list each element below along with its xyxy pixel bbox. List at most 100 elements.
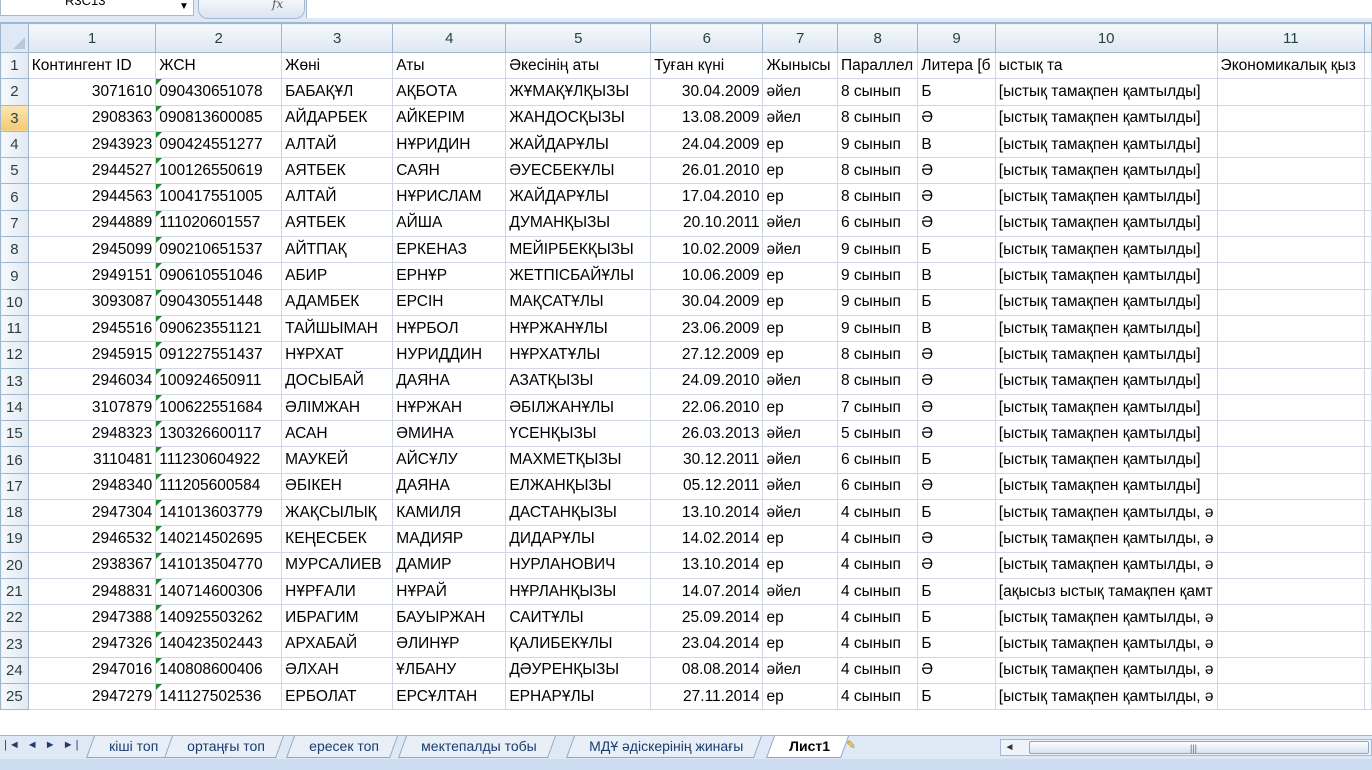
- row-header[interactable]: 4: [0, 130, 29, 159]
- row-header[interactable]: 13: [0, 367, 29, 395]
- cell[interactable]: ӘМИНА: [392, 420, 507, 448]
- cell[interactable]: ҮСЕНҚЫЗЫ: [505, 420, 652, 448]
- cell[interactable]: АСАН: [281, 420, 394, 448]
- cell[interactable]: әйел: [762, 499, 838, 527]
- cell[interactable]: [ыстық тамақпен қамтылды]: [994, 420, 1218, 448]
- row-header[interactable]: 23: [0, 630, 29, 658]
- cell[interactable]: ӘЛИНҰР: [392, 630, 507, 658]
- cell[interactable]: ДИДАРҰЛЫ: [505, 525, 652, 553]
- cell[interactable]: 4 сынып: [836, 577, 919, 606]
- cell[interactable]: Әкесінің аты: [505, 51, 652, 80]
- cell[interactable]: 111020601557: [155, 209, 283, 238]
- cell[interactable]: Б: [917, 499, 996, 527]
- cell[interactable]: [ыстық тамақпен қамтылды, ә: [994, 525, 1218, 553]
- cell[interactable]: [1364, 525, 1372, 553]
- cell[interactable]: Жөні: [281, 51, 394, 80]
- cell[interactable]: [ыстық тамақпен қамтылды]: [994, 78, 1218, 106]
- cell[interactable]: Ә: [917, 525, 996, 553]
- cell[interactable]: [1364, 577, 1372, 606]
- cell[interactable]: 4 сынып: [836, 683, 919, 711]
- cell[interactable]: 24.04.2009: [650, 130, 764, 159]
- cell[interactable]: [1364, 209, 1372, 238]
- cell[interactable]: 2946034: [27, 367, 157, 395]
- cell[interactable]: ДАСТАНҚЫЗЫ: [505, 499, 652, 527]
- cell[interactable]: ер: [762, 262, 838, 290]
- cell[interactable]: 141127502536: [155, 683, 283, 711]
- cell[interactable]: ер: [762, 288, 838, 316]
- cell[interactable]: АДАМБЕК: [281, 288, 394, 316]
- cell[interactable]: АЯТБЕК: [281, 157, 394, 185]
- cell[interactable]: [1216, 393, 1366, 422]
- column-header[interactable]: 7: [762, 23, 838, 53]
- sheet-tab[interactable]: кіші топ: [85, 736, 178, 758]
- cell[interactable]: әйел: [762, 577, 838, 606]
- cell[interactable]: [1216, 472, 1366, 501]
- cell[interactable]: 140714600306: [155, 577, 283, 606]
- cell[interactable]: ЕРСІН: [392, 288, 507, 316]
- cell[interactable]: [1364, 551, 1372, 579]
- cell[interactable]: Аты: [392, 51, 507, 80]
- cell[interactable]: Контингент ID: [27, 51, 157, 80]
- cell[interactable]: 27.12.2009: [650, 341, 764, 369]
- cell[interactable]: 6 сынып: [836, 472, 919, 501]
- cell[interactable]: ӘУЕСБЕКҰЛЫ: [505, 157, 652, 185]
- cell[interactable]: ер: [762, 393, 838, 422]
- cell[interactable]: әйел: [762, 209, 838, 238]
- cell[interactable]: 2947279: [27, 683, 157, 711]
- cell[interactable]: 8 сынып: [836, 367, 919, 395]
- cell[interactable]: ӘЛІМЖАН: [281, 393, 394, 422]
- cell[interactable]: [1364, 262, 1372, 290]
- cell[interactable]: әйел: [762, 472, 838, 501]
- cell[interactable]: 13.10.2014: [650, 551, 764, 579]
- cell[interactable]: 05.12.2011: [650, 472, 764, 501]
- column-header[interactable]: 6: [650, 23, 764, 53]
- cell[interactable]: [ыстық тамақпен қамтылды]: [994, 262, 1218, 290]
- cell[interactable]: ӘЛХАН: [281, 656, 394, 685]
- cell[interactable]: [1216, 367, 1366, 395]
- cell[interactable]: 090430651078: [155, 78, 283, 106]
- cell[interactable]: [ыстық тамақпен қамтылды, ә: [994, 604, 1218, 632]
- cell[interactable]: [1364, 656, 1372, 685]
- cell[interactable]: 2944889: [27, 209, 157, 238]
- cell[interactable]: Жынысы: [762, 51, 838, 80]
- cell[interactable]: [1364, 604, 1372, 632]
- cell[interactable]: [ыстық тамақпен қамтылды]: [994, 157, 1218, 185]
- cell[interactable]: АҚБОТА: [392, 78, 507, 106]
- cell[interactable]: [1364, 314, 1372, 343]
- cell[interactable]: Литера [б: [917, 51, 996, 80]
- cell[interactable]: АБИР: [281, 262, 394, 290]
- cell[interactable]: ер: [762, 341, 838, 369]
- cell[interactable]: [1216, 446, 1366, 474]
- cell[interactable]: 23.04.2014: [650, 630, 764, 658]
- cell[interactable]: 090424551277: [155, 130, 283, 159]
- cell[interactable]: Ә: [917, 104, 996, 132]
- cell[interactable]: 10.06.2009: [650, 262, 764, 290]
- cell[interactable]: МАДИЯР: [392, 525, 507, 553]
- cell[interactable]: [1364, 341, 1372, 369]
- cell[interactable]: 140808600406: [155, 656, 283, 685]
- cell[interactable]: ЕЛЖАНҚЫЗЫ: [505, 472, 652, 501]
- cell[interactable]: 6 сынып: [836, 209, 919, 238]
- cell[interactable]: Туған күні: [650, 51, 764, 80]
- cell[interactable]: [1364, 104, 1372, 132]
- cell[interactable]: 130326600117: [155, 420, 283, 448]
- cell[interactable]: 2945516: [27, 314, 157, 343]
- cell[interactable]: НҰРИСЛАМ: [392, 183, 507, 211]
- column-header[interactable]: [1364, 23, 1372, 53]
- cell[interactable]: ЕРНАРҰЛЫ: [505, 683, 652, 711]
- cell[interactable]: [1216, 209, 1366, 238]
- cell[interactable]: ер: [762, 183, 838, 211]
- cell[interactable]: НҰРЛАНҚЫЗЫ: [505, 577, 652, 606]
- row-header[interactable]: 5: [0, 157, 29, 185]
- cell[interactable]: [1216, 577, 1366, 606]
- cell[interactable]: ер: [762, 630, 838, 658]
- cell[interactable]: [1216, 499, 1366, 527]
- cell[interactable]: [1216, 288, 1366, 316]
- cell[interactable]: НҰРЖАН: [392, 393, 507, 422]
- cell[interactable]: [ыстық тамақпен қамтылды]: [994, 209, 1218, 238]
- row-header[interactable]: 14: [0, 393, 29, 422]
- cell[interactable]: Б: [917, 630, 996, 658]
- cell[interactable]: Ә: [917, 393, 996, 422]
- row-header[interactable]: 19: [0, 525, 29, 553]
- cell[interactable]: НҰРЖАНҰЛЫ: [505, 314, 652, 343]
